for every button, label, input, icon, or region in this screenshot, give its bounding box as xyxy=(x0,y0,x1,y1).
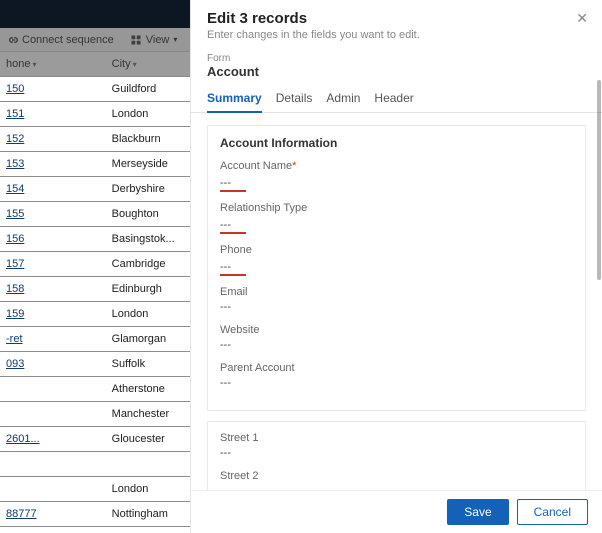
field-value[interactable]: --- xyxy=(220,377,573,390)
modal-subtitle: Enter changes in the fields you want to … xyxy=(207,29,586,41)
card-title: Account Information xyxy=(220,136,573,150)
field-label: Parent Account xyxy=(220,362,573,374)
field-street-1[interactable]: Street 1 --- xyxy=(220,432,573,460)
tab-admin[interactable]: Admin xyxy=(326,85,360,112)
cell-phone[interactable]: -ret xyxy=(0,327,106,352)
tab-header[interactable]: Header xyxy=(374,85,413,112)
field-value[interactable]: --- xyxy=(220,447,573,460)
field-value[interactable]: --- xyxy=(220,485,573,490)
close-button[interactable]: ✕ xyxy=(576,10,588,27)
cell-phone[interactable]: 158 xyxy=(0,277,106,302)
cell-phone[interactable]: 153 xyxy=(0,152,106,177)
cell-phone[interactable]: 093 xyxy=(0,352,106,377)
field-value[interactable]: --- xyxy=(220,177,246,192)
field-label: Relationship Type xyxy=(220,202,573,214)
cell-phone[interactable]: 151 xyxy=(0,102,106,127)
cell-phone[interactable]: 159 xyxy=(0,302,106,327)
form-label: Form xyxy=(191,47,602,64)
cell-phone[interactable]: 154 xyxy=(0,177,106,202)
grid-icon xyxy=(130,34,142,46)
chevron-down-icon: ▾ xyxy=(173,35,177,44)
tab-details[interactable]: Details xyxy=(276,85,313,112)
cell-phone[interactable]: 150 xyxy=(0,77,106,102)
field-label: Phone xyxy=(220,244,573,256)
field-label: Street 2 xyxy=(220,470,573,482)
field-value[interactable]: --- xyxy=(220,261,246,276)
field-street-2[interactable]: Street 2 --- xyxy=(220,470,573,490)
tab-summary[interactable]: Summary xyxy=(207,85,262,113)
field-phone[interactable]: Phone --- xyxy=(220,244,573,276)
tabs: Summary Details Admin Header xyxy=(191,85,602,113)
modal-body[interactable]: Account Information Account Name*---Rela… xyxy=(191,113,602,490)
link-icon xyxy=(6,34,18,46)
field-value[interactable]: --- xyxy=(220,219,246,234)
cancel-button[interactable]: Cancel xyxy=(517,499,588,525)
cell-phone[interactable]: 2601... xyxy=(0,427,106,452)
scrollbar-indicator[interactable] xyxy=(597,80,601,280)
field-label: Account Name* xyxy=(220,160,573,172)
cell-phone[interactable]: 156 xyxy=(0,227,106,252)
modal-header: Edit 3 records Enter changes in the fiel… xyxy=(191,0,602,47)
field-relationship-type[interactable]: Relationship Type --- xyxy=(220,202,573,234)
cell-phone[interactable]: 155 xyxy=(0,202,106,227)
field-label: Street 1 xyxy=(220,432,573,444)
field-value[interactable]: --- xyxy=(220,339,573,352)
card-address: Street 1---Street 2---City xyxy=(207,421,586,490)
modal-title: Edit 3 records xyxy=(207,10,586,27)
cell-phone[interactable] xyxy=(0,402,106,427)
toolbar-view[interactable]: View ▾ xyxy=(130,34,178,46)
field-label: Email xyxy=(220,286,573,298)
cell-phone[interactable] xyxy=(0,477,106,502)
save-button[interactable]: Save xyxy=(447,499,508,525)
modal-footer: Save Cancel xyxy=(191,490,602,533)
field-email[interactable]: Email --- xyxy=(220,286,573,314)
field-value[interactable]: --- xyxy=(220,301,573,314)
form-name: Account xyxy=(191,64,602,85)
cell-phone[interactable]: 88777 xyxy=(0,502,106,527)
field-account-name[interactable]: Account Name* --- xyxy=(220,160,573,192)
field-label: Website xyxy=(220,324,573,336)
toolbar-connect-sequence[interactable]: Connect sequence xyxy=(6,34,114,46)
cell-phone[interactable]: 157 xyxy=(0,252,106,277)
edit-records-modal: Edit 3 records Enter changes in the fiel… xyxy=(190,0,602,533)
cell-phone[interactable] xyxy=(0,452,106,477)
field-parent-account[interactable]: Parent Account --- xyxy=(220,362,573,390)
field-website[interactable]: Website --- xyxy=(220,324,573,352)
cell-phone[interactable] xyxy=(0,377,106,402)
card-account-information: Account Information Account Name*---Rela… xyxy=(207,125,586,411)
close-icon: ✕ xyxy=(576,10,588,26)
cell-phone[interactable]: 152 xyxy=(0,127,106,152)
col-phone[interactable]: hone▾ xyxy=(0,52,106,77)
